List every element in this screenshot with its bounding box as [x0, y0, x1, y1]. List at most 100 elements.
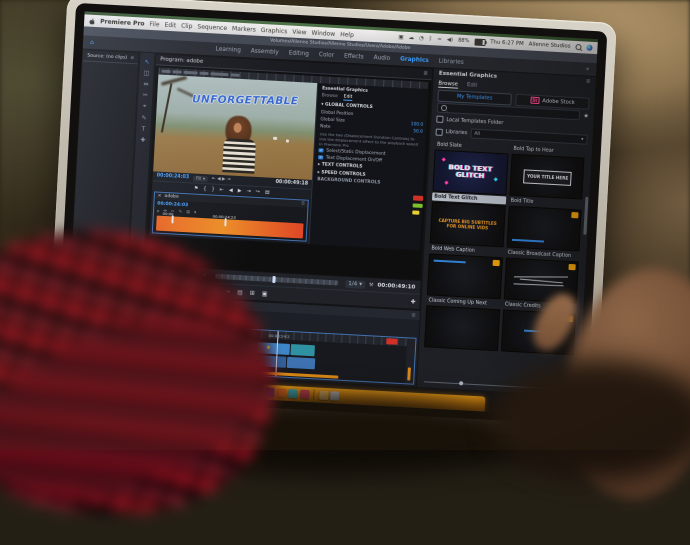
mogrt-badge-icon — [571, 212, 579, 219]
screencast-program-canvas: UNFORGETTABLE — [152, 74, 318, 180]
apple-logo[interactable] — [89, 17, 95, 24]
template-thumb[interactable] — [424, 305, 500, 352]
export-frame-button[interactable]: ▣ — [262, 290, 268, 297]
screencast-duration: 00:00:49:18 — [275, 179, 309, 187]
battery-percent: 88% — [457, 37, 470, 45]
workspace-editing[interactable]: Editing — [289, 50, 309, 57]
essential-graphics-panel: Essential Graphics ≣ Browse Edit My Temp… — [415, 68, 596, 396]
workspace-graphics[interactable]: Graphics — [400, 56, 429, 64]
template-thumb-classic-coming-up-next[interactable] — [426, 253, 503, 300]
program-duration: 00:00:49:10 — [377, 282, 416, 291]
razor-tool[interactable]: ✂ — [143, 92, 148, 99]
workspace-effects[interactable]: Effects — [344, 53, 364, 60]
button-editor-plus[interactable]: ✚ — [410, 298, 415, 305]
local-templates-checkbox[interactable] — [436, 115, 444, 123]
presenter-face — [233, 122, 242, 133]
menu-file[interactable]: File — [149, 20, 159, 28]
hand-tool[interactable]: ✚ — [140, 137, 145, 144]
tree-trunk — [161, 82, 173, 133]
screencast-eg-browse-tab: Browse — [321, 93, 338, 100]
workspace-libraries[interactable]: Libraries — [439, 58, 464, 65]
ripple-edit-tool[interactable]: ⇹ — [143, 81, 148, 88]
mogrt-badge-icon — [492, 259, 500, 267]
selection-tool[interactable]: ↖ — [144, 59, 149, 66]
program-video-area[interactable]: UNFORGETTABLE 00:00:24:03 Fit ▾ ⇤ ◀ ▶ ⇥ … — [145, 65, 432, 280]
cloud-sync-icon[interactable]: ☁ — [408, 35, 414, 41]
type-tool[interactable]: T — [141, 126, 145, 133]
workspace-assembly[interactable]: Assembly — [251, 48, 279, 56]
eg-edit-tab[interactable]: Edit — [467, 82, 478, 89]
screencast-badges — [412, 195, 424, 215]
program-tab[interactable]: Program: adobe — [160, 57, 203, 65]
screencast-fit-dropdown: Fit ▾ — [192, 174, 209, 182]
render-bar-red — [386, 338, 398, 345]
screencast-timecode: 00:00:24:03 — [156, 173, 190, 181]
screencast-eg-edit-tab: Edit — [343, 94, 353, 101]
settings-wrench-icon[interactable]: ⚒ — [369, 282, 374, 288]
timeline-right-strip — [405, 338, 416, 384]
distant-animal — [285, 139, 289, 143]
workspace-audio[interactable]: Audio — [374, 55, 391, 62]
timeline-vertical-scrollbar[interactable] — [407, 367, 411, 381]
slip-tool[interactable]: ⌖ — [143, 103, 147, 111]
program-panel-menu-icon[interactable]: ≣ — [423, 71, 428, 77]
distant-animal — [272, 136, 278, 140]
volume-icon[interactable]: ◀) — [447, 37, 454, 43]
bluetooth-icon[interactable]: ᛒ — [429, 36, 433, 42]
template-thumb-bold-web-caption[interactable]: CAPTURE BIG SUBTITLES FOR ONLINE VIDS — [429, 201, 506, 248]
wifi-icon[interactable]: ≈ — [437, 36, 442, 42]
screencast-seq-close: × — [157, 193, 162, 199]
menubar-clock[interactable]: Thu 6:27 PM — [490, 39, 524, 47]
menu-sequence[interactable]: Sequence — [197, 23, 227, 32]
template-thumb-bold-title[interactable]: YOUR TITLE HERE — [508, 153, 585, 200]
workspace-overflow[interactable]: » — [586, 66, 590, 72]
bottom-right-hand-shadow — [490, 360, 690, 480]
favorites-star-icon[interactable]: ★ — [583, 112, 589, 119]
menu-view[interactable]: View — [292, 28, 307, 36]
source-tab[interactable]: Source: (no clips) — [87, 53, 127, 60]
workspace-learning[interactable]: Learning — [216, 46, 241, 53]
siri-icon[interactable] — [586, 44, 593, 51]
search-icon — [440, 104, 448, 112]
screencast-mini-timeline: × adobe ≣ 00:00:24:03 ⌖⇹✂✎⊞▾ 00:00 — [151, 191, 310, 242]
screencast-essential-graphics-panel: Essential Graphics Browse Edit ▾ GLOBAL … — [308, 83, 429, 250]
menu-graphics[interactable]: Graphics — [261, 26, 288, 34]
eg-browse-tab[interactable]: Browse — [438, 80, 459, 89]
pen-tool[interactable]: ✎ — [141, 115, 146, 122]
eg-panel-menu-icon[interactable]: ≣ — [586, 79, 591, 85]
screen-mirroring-icon[interactable]: ▣ — [398, 34, 404, 40]
template-thumb-bold-text-glitch[interactable]: BOLD TEXT GLITCH — [432, 149, 509, 196]
menu-clip[interactable]: Clip — [181, 22, 193, 30]
local-templates-label: Local Templates Folder — [446, 116, 504, 126]
resolution-dropdown[interactable]: 1/4 ▾ — [344, 279, 366, 289]
timeline-panel-menu-icon[interactable]: ≣ — [411, 312, 416, 318]
workspace-color[interactable]: Color — [319, 52, 334, 59]
program-playhead[interactable] — [271, 275, 276, 284]
menu-window[interactable]: Window — [311, 29, 335, 37]
menu-edit[interactable]: Edit — [164, 21, 176, 29]
libraries-filter-label: Libraries — [445, 129, 468, 137]
spotlight-search-icon[interactable] — [575, 43, 582, 51]
menubar-user[interactable]: Allenne Studios — [529, 41, 571, 49]
menu-help[interactable]: Help — [340, 31, 354, 39]
menu-markers[interactable]: Markers — [232, 25, 256, 33]
template-thumb-classic-broadcast-caption[interactable] — [506, 205, 582, 252]
template-grid: Bold Slate BOLD TEXT GLITCH Bold Text Gl… — [417, 138, 592, 384]
app-menu-title[interactable]: Premiere Pro — [100, 18, 145, 27]
home-icon[interactable]: ⌂ — [90, 39, 94, 45]
panel-menu-icon[interactable]: ≣ — [130, 55, 134, 60]
screencast-tl-timecode: 00:00:24:03 — [157, 201, 189, 208]
extract-button[interactable]: ⊞ — [250, 289, 255, 296]
libraries-checkbox[interactable] — [435, 128, 443, 136]
clock-status-icon[interactable]: ◔ — [419, 36, 424, 42]
video-clip[interactable] — [290, 344, 315, 357]
track-select-tool[interactable]: ◫ — [143, 70, 149, 77]
tree-branch — [161, 75, 187, 86]
video-title-text: UNFORGETTABLE — [191, 92, 299, 107]
mogrt-badge-icon — [568, 263, 576, 271]
presenter-striped-shirt — [222, 138, 257, 174]
adobe-stock-icon: St — [530, 96, 540, 105]
screencast-transport-icons: ⇤ ◀ ▶ ⇥ — [211, 176, 231, 183]
audio-clip[interactable] — [286, 356, 315, 370]
menubar-spacer — [359, 35, 394, 37]
